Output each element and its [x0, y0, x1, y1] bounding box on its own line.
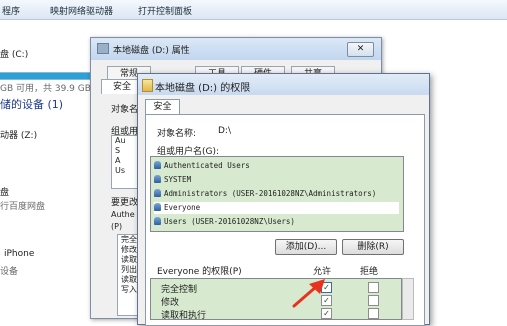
- explorer-toolbar: 程序 映射网络驱动器 打开控制面板: [0, 0, 507, 20]
- list-item[interactable]: Users (USER-20161028NZ\Users): [154, 216, 399, 228]
- user-group-icon: [154, 161, 161, 169]
- iphone-label[interactable]: iPhone: [4, 249, 34, 259]
- list-item-selected[interactable]: Everyone: [154, 202, 399, 214]
- close-icon[interactable]: ✕: [347, 42, 374, 57]
- list-item: 读取: [121, 255, 137, 264]
- list-item: 读取: [121, 275, 137, 284]
- object-name-label: 对象名称:: [157, 129, 197, 139]
- drive-c-space: GB 可用，共 39.9 GB: [0, 84, 91, 94]
- drive-c-label[interactable]: 盘 (C:): [0, 47, 28, 60]
- group-system: SYSTEM: [164, 175, 192, 184]
- drive-c-usage-bar: [0, 72, 93, 80]
- list-item[interactable]: Au: [112, 136, 138, 146]
- user-group-icon: [154, 175, 161, 183]
- perm-read-execute-label: 读取和执行: [161, 311, 207, 321]
- deny-full-control-checkbox[interactable]: [368, 282, 379, 293]
- list-item[interactable]: Us: [112, 166, 138, 176]
- props-group-list[interactable]: Au S A Us: [111, 135, 139, 189]
- props-change-label: 要更改: [111, 198, 139, 208]
- toolbar-programs[interactable]: 程序: [2, 4, 20, 17]
- iphone-sub: 设备: [0, 267, 19, 277]
- permissions-dialog: 本地磁盘 (D:) 的权限 安全 对象名称: D:\ 组或用户名(G): Aut…: [137, 73, 430, 326]
- list-item: 写入: [121, 285, 137, 294]
- props-auth-label: Authe: [111, 210, 135, 219]
- baidu-drive-sub: 行百度网盘: [0, 202, 46, 212]
- baidu-drive-label[interactable]: 盘: [0, 185, 9, 198]
- groups-list[interactable]: Authenticated Users SYSTEM Administrator…: [150, 156, 404, 232]
- list-item: 列出: [121, 265, 137, 274]
- object-name-value: D:\: [218, 126, 231, 136]
- add-button[interactable]: 添加(D)...: [275, 239, 337, 255]
- deny-header: 拒绝: [360, 267, 379, 277]
- props-perm-label: (P): [111, 222, 123, 231]
- drive-icon: [97, 43, 109, 54]
- list-item: 修改: [121, 245, 137, 254]
- group-administrators: Administrators (USER-20161028NZ\Administ…: [164, 189, 377, 198]
- drive-z-label[interactable]: 动器 (Z:): [0, 128, 37, 141]
- user-group-icon: [154, 217, 161, 225]
- permissions-scrollbar[interactable]: [402, 278, 414, 320]
- deny-read-execute-checkbox[interactable]: [368, 308, 379, 319]
- permissions-table: 完全控制 ✓ 修改 ✓ 读取和执行 ✓: [150, 278, 402, 321]
- perm-full-control-label: 完全控制: [161, 285, 198, 295]
- props-perm-list: 完全 修改 读取 列出 读取 写入: [117, 234, 139, 316]
- properties-title: 本地磁盘 (D:) 属性: [113, 46, 190, 56]
- toolbar-map-drive[interactable]: 映射网络驱动器: [50, 4, 113, 17]
- props-object-label: 对象名: [111, 105, 139, 115]
- list-item: 完全: [121, 235, 137, 244]
- list-item[interactable]: Authenticated Users: [154, 160, 399, 172]
- toolbar-control-panel[interactable]: 打开控制面板: [138, 4, 192, 17]
- user-group-icon: [154, 203, 161, 211]
- permissions-for-label: Everyone 的权限(P): [157, 267, 242, 277]
- deny-modify-checkbox[interactable]: [368, 295, 379, 306]
- perm-modify-label: 修改: [161, 298, 180, 308]
- properties-titlebar[interactable]: 本地磁盘 (D:) 属性 ✕: [91, 38, 381, 60]
- list-item[interactable]: Administrators (USER-20161028NZ\Administ…: [154, 188, 399, 200]
- permissions-titlebar[interactable]: 本地磁盘 (D:) 的权限: [138, 74, 429, 95]
- user-group-icon: [154, 189, 161, 197]
- group-users: Users (USER-20161028NZ\Users): [164, 217, 295, 226]
- list-item[interactable]: A: [112, 156, 138, 166]
- remove-button[interactable]: 删除(R): [342, 239, 404, 255]
- group-authenticated-users: Authenticated Users: [164, 161, 250, 170]
- tab-security-perm[interactable]: 安全: [145, 99, 180, 115]
- section-title: 储的设备 (1): [0, 98, 64, 111]
- permissions-title: 本地磁盘 (D:) 的权限: [155, 83, 251, 94]
- list-item[interactable]: SYSTEM: [154, 174, 399, 186]
- list-item[interactable]: S: [112, 146, 138, 156]
- folder-icon: [142, 79, 153, 92]
- group-everyone: Everyone: [164, 203, 201, 212]
- red-arrow-icon: [292, 279, 325, 308]
